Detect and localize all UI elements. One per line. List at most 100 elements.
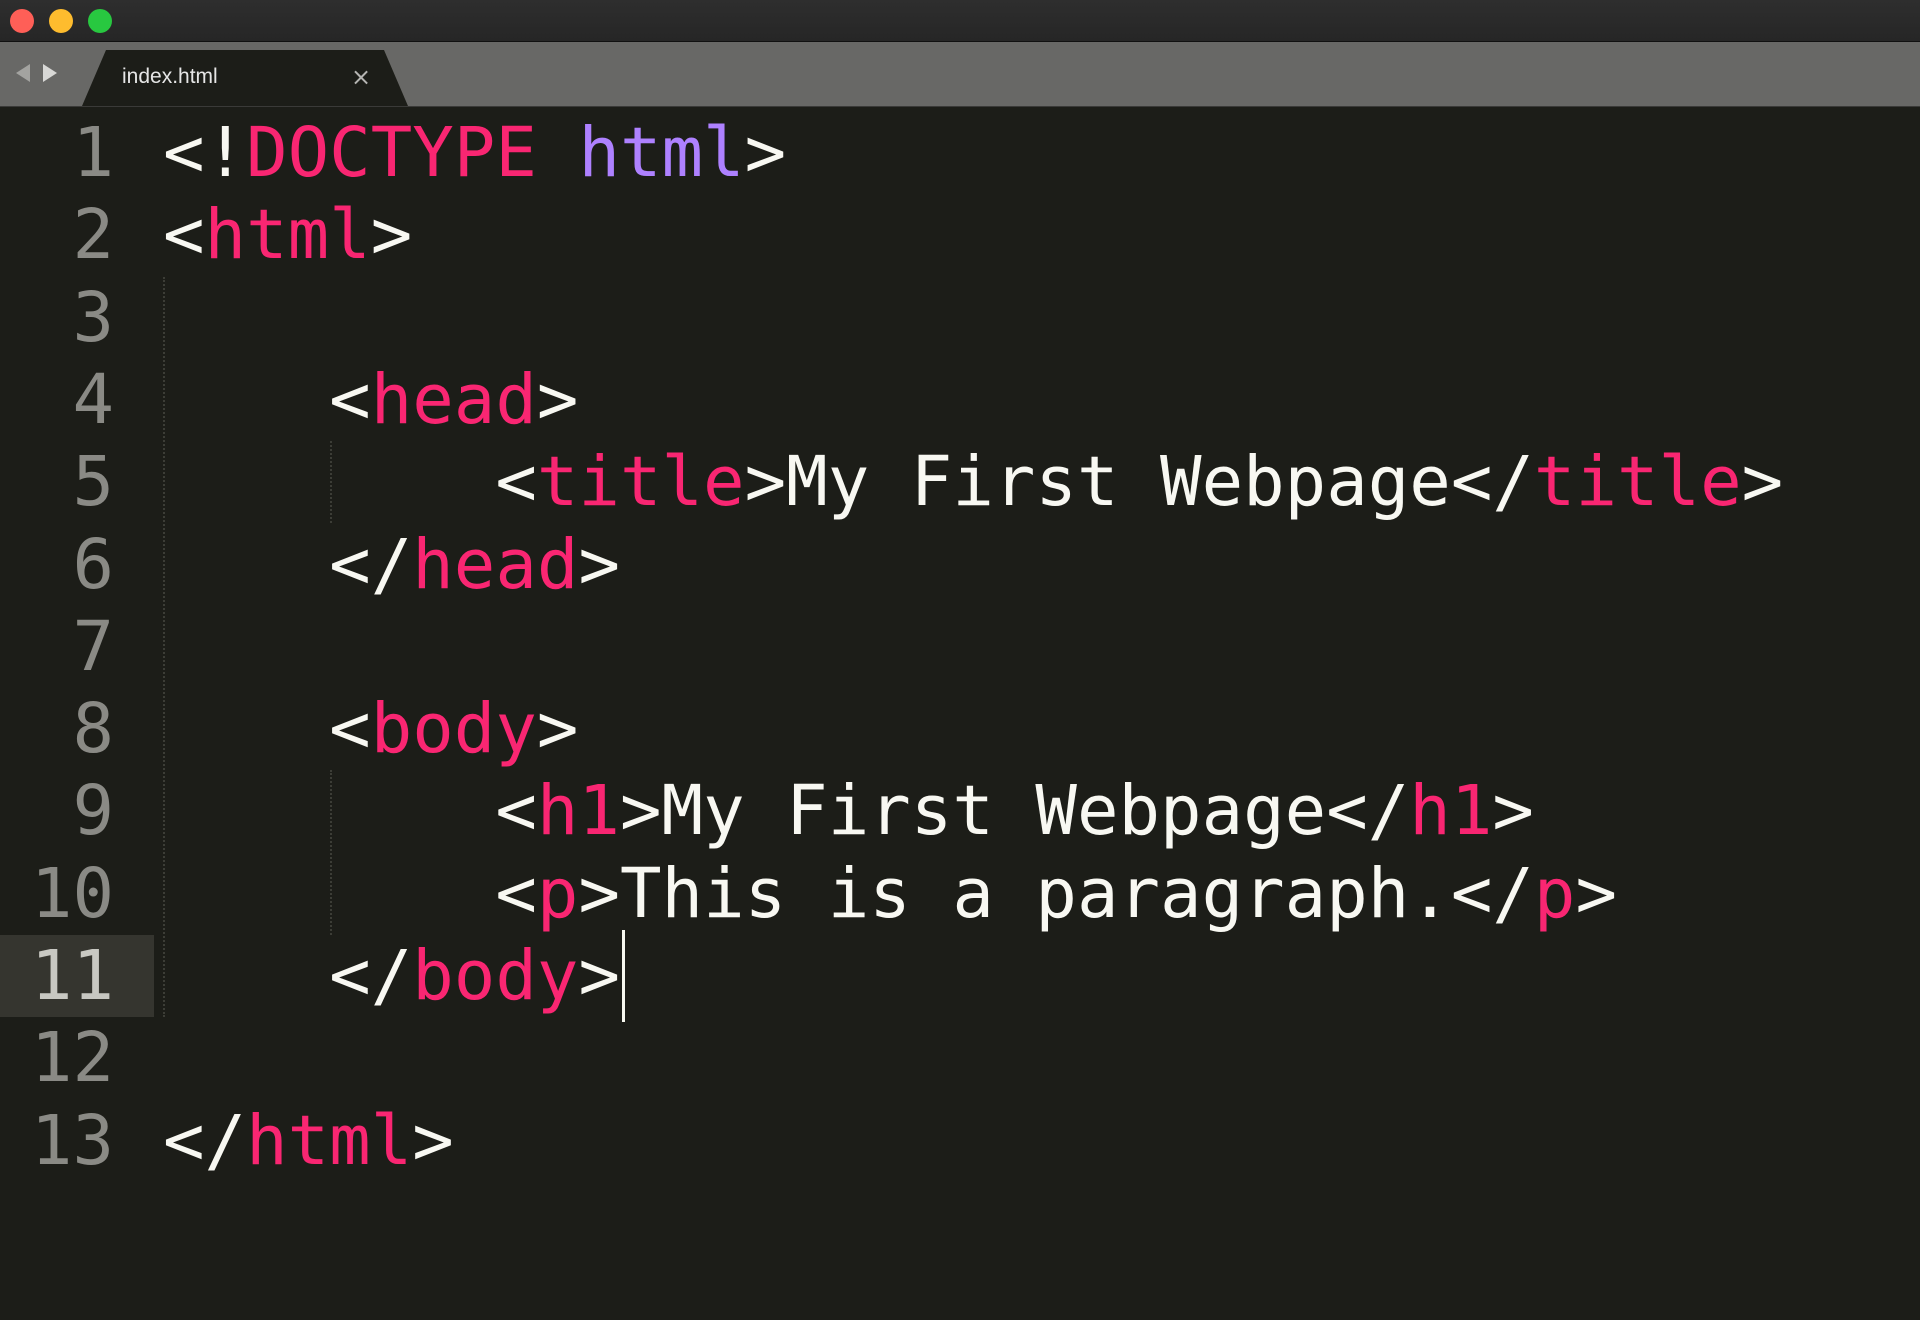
code-token: <: [495, 442, 537, 523]
close-window-button[interactable]: [10, 9, 34, 33]
tab-index-html[interactable]: index.html ×: [82, 50, 408, 106]
title-bar: [0, 0, 1920, 42]
code-line[interactable]: 4 <head>: [0, 359, 1920, 441]
code-token: >: [412, 1100, 454, 1181]
tab-close-icon[interactable]: ×: [346, 62, 376, 92]
minimize-window-button[interactable]: [49, 9, 73, 33]
code-token: >: [578, 524, 620, 605]
code-line[interactable]: 12: [0, 1017, 1920, 1099]
code-token: >: [1741, 442, 1784, 523]
line-number: 2: [72, 195, 114, 276]
code-token: html: [204, 195, 371, 276]
code-text: <title>My First Webpage</title>: [163, 441, 1783, 523]
code-token: </: [1450, 442, 1534, 523]
code-token: <: [329, 359, 371, 440]
code-token: >: [744, 113, 787, 193]
code-token: >: [536, 359, 579, 440]
code-token: >: [744, 442, 787, 523]
line-number: 5: [72, 442, 114, 523]
tab-label: index.html: [122, 65, 218, 88]
code-token: h1: [536, 771, 620, 852]
code-token: <!: [163, 113, 247, 193]
line-number: 9: [72, 771, 114, 852]
code-line[interactable]: 6 </head>: [0, 524, 1920, 606]
code-token: body: [370, 689, 537, 770]
line-number: 1: [72, 113, 114, 193]
code-token: </: [163, 1100, 247, 1181]
code-line[interactable]: 7: [0, 606, 1920, 688]
code-token: >: [619, 771, 662, 852]
code-line[interactable]: 3: [0, 277, 1920, 359]
code-token: p: [1533, 853, 1576, 934]
code-token: >: [370, 195, 413, 276]
code-token: title: [536, 442, 745, 523]
forward-arrow-icon[interactable]: [43, 64, 57, 82]
code-text: <!DOCTYPE html>: [163, 112, 786, 194]
editor-window: index.html × 1 <!DOCTYPE html> 2 <html> 3 4 <…: [0, 0, 1920, 1320]
code-token: body: [412, 936, 579, 1016]
line-number: 7: [72, 606, 114, 687]
code-token: >: [1492, 771, 1534, 852]
line-number: 12: [30, 1018, 114, 1099]
line-number: 8: [72, 689, 114, 770]
code-line[interactable]: 9 <h1>My First Webpage</h1>: [0, 770, 1920, 852]
code-text: <p>This is a paragraph.</p>: [163, 853, 1617, 935]
code-token: title: [1533, 442, 1742, 523]
indent-guide: [330, 441, 332, 524]
indent-guide: [330, 770, 332, 935]
line-number: 10: [30, 853, 114, 934]
code-editor[interactable]: 1 <!DOCTYPE html> 2 <html> 3 4 <head> 5 <title…: [0, 107, 1920, 1320]
code-line[interactable]: 2 <html>: [0, 194, 1920, 276]
code-token: <: [329, 689, 371, 770]
tab-bar: index.html ×: [0, 42, 1920, 107]
code-text: <h1>My First Webpage</h1>: [163, 770, 1534, 852]
line-number: 6: [72, 524, 114, 605]
code-token: <: [495, 771, 537, 852]
code-line[interactable]: 13 </html>: [0, 1100, 1920, 1182]
code-text: <body>: [163, 688, 578, 770]
back-arrow-icon[interactable]: [16, 64, 30, 82]
code-token: >: [1575, 853, 1618, 934]
code-token: </: [329, 936, 413, 1016]
code-token: >: [578, 853, 620, 934]
code-token: p: [536, 853, 579, 934]
code-token: >: [578, 936, 620, 1016]
code-token: head: [412, 524, 579, 605]
code-line[interactable]: 1 <!DOCTYPE html>: [0, 112, 1920, 194]
code-token: This is a paragraph.: [619, 853, 1451, 934]
code-line[interactable]: 5 <title>My First Webpage</title>: [0, 441, 1920, 523]
code-text: </head>: [163, 524, 620, 606]
code-text: </body>: [163, 935, 620, 1017]
code-token: </: [329, 524, 413, 605]
code-text: <html>: [163, 194, 412, 276]
code-token: My First Webpage: [661, 771, 1327, 852]
code-token: <: [163, 195, 205, 276]
text-cursor: [621, 930, 625, 1022]
line-number: 3: [72, 277, 114, 358]
code-token: </: [1326, 771, 1410, 852]
indent-guide: [163, 276, 165, 1018]
code-token: html: [246, 1100, 413, 1181]
code-line[interactable]: 10 <p>This is a paragraph.</p>: [0, 853, 1920, 935]
code-token: head: [370, 359, 537, 440]
code-text: </html>: [163, 1100, 454, 1182]
maximize-window-button[interactable]: [88, 9, 112, 33]
code-token: DOCTYPE: [246, 113, 537, 193]
code-token: <: [495, 853, 537, 934]
line-number: 13: [30, 1100, 114, 1181]
code-text: <head>: [163, 359, 578, 441]
code-line[interactable]: 8 <body>: [0, 688, 1920, 770]
line-number: 4: [72, 359, 114, 440]
code-line[interactable]: 11 </body>: [0, 935, 1920, 1017]
code-token: >: [536, 689, 579, 770]
line-number: 11: [30, 936, 114, 1016]
code-token: h1: [1409, 771, 1493, 852]
code-token: html: [578, 113, 745, 193]
code-token: My First Webpage: [786, 442, 1451, 523]
code-token: </: [1450, 853, 1534, 934]
